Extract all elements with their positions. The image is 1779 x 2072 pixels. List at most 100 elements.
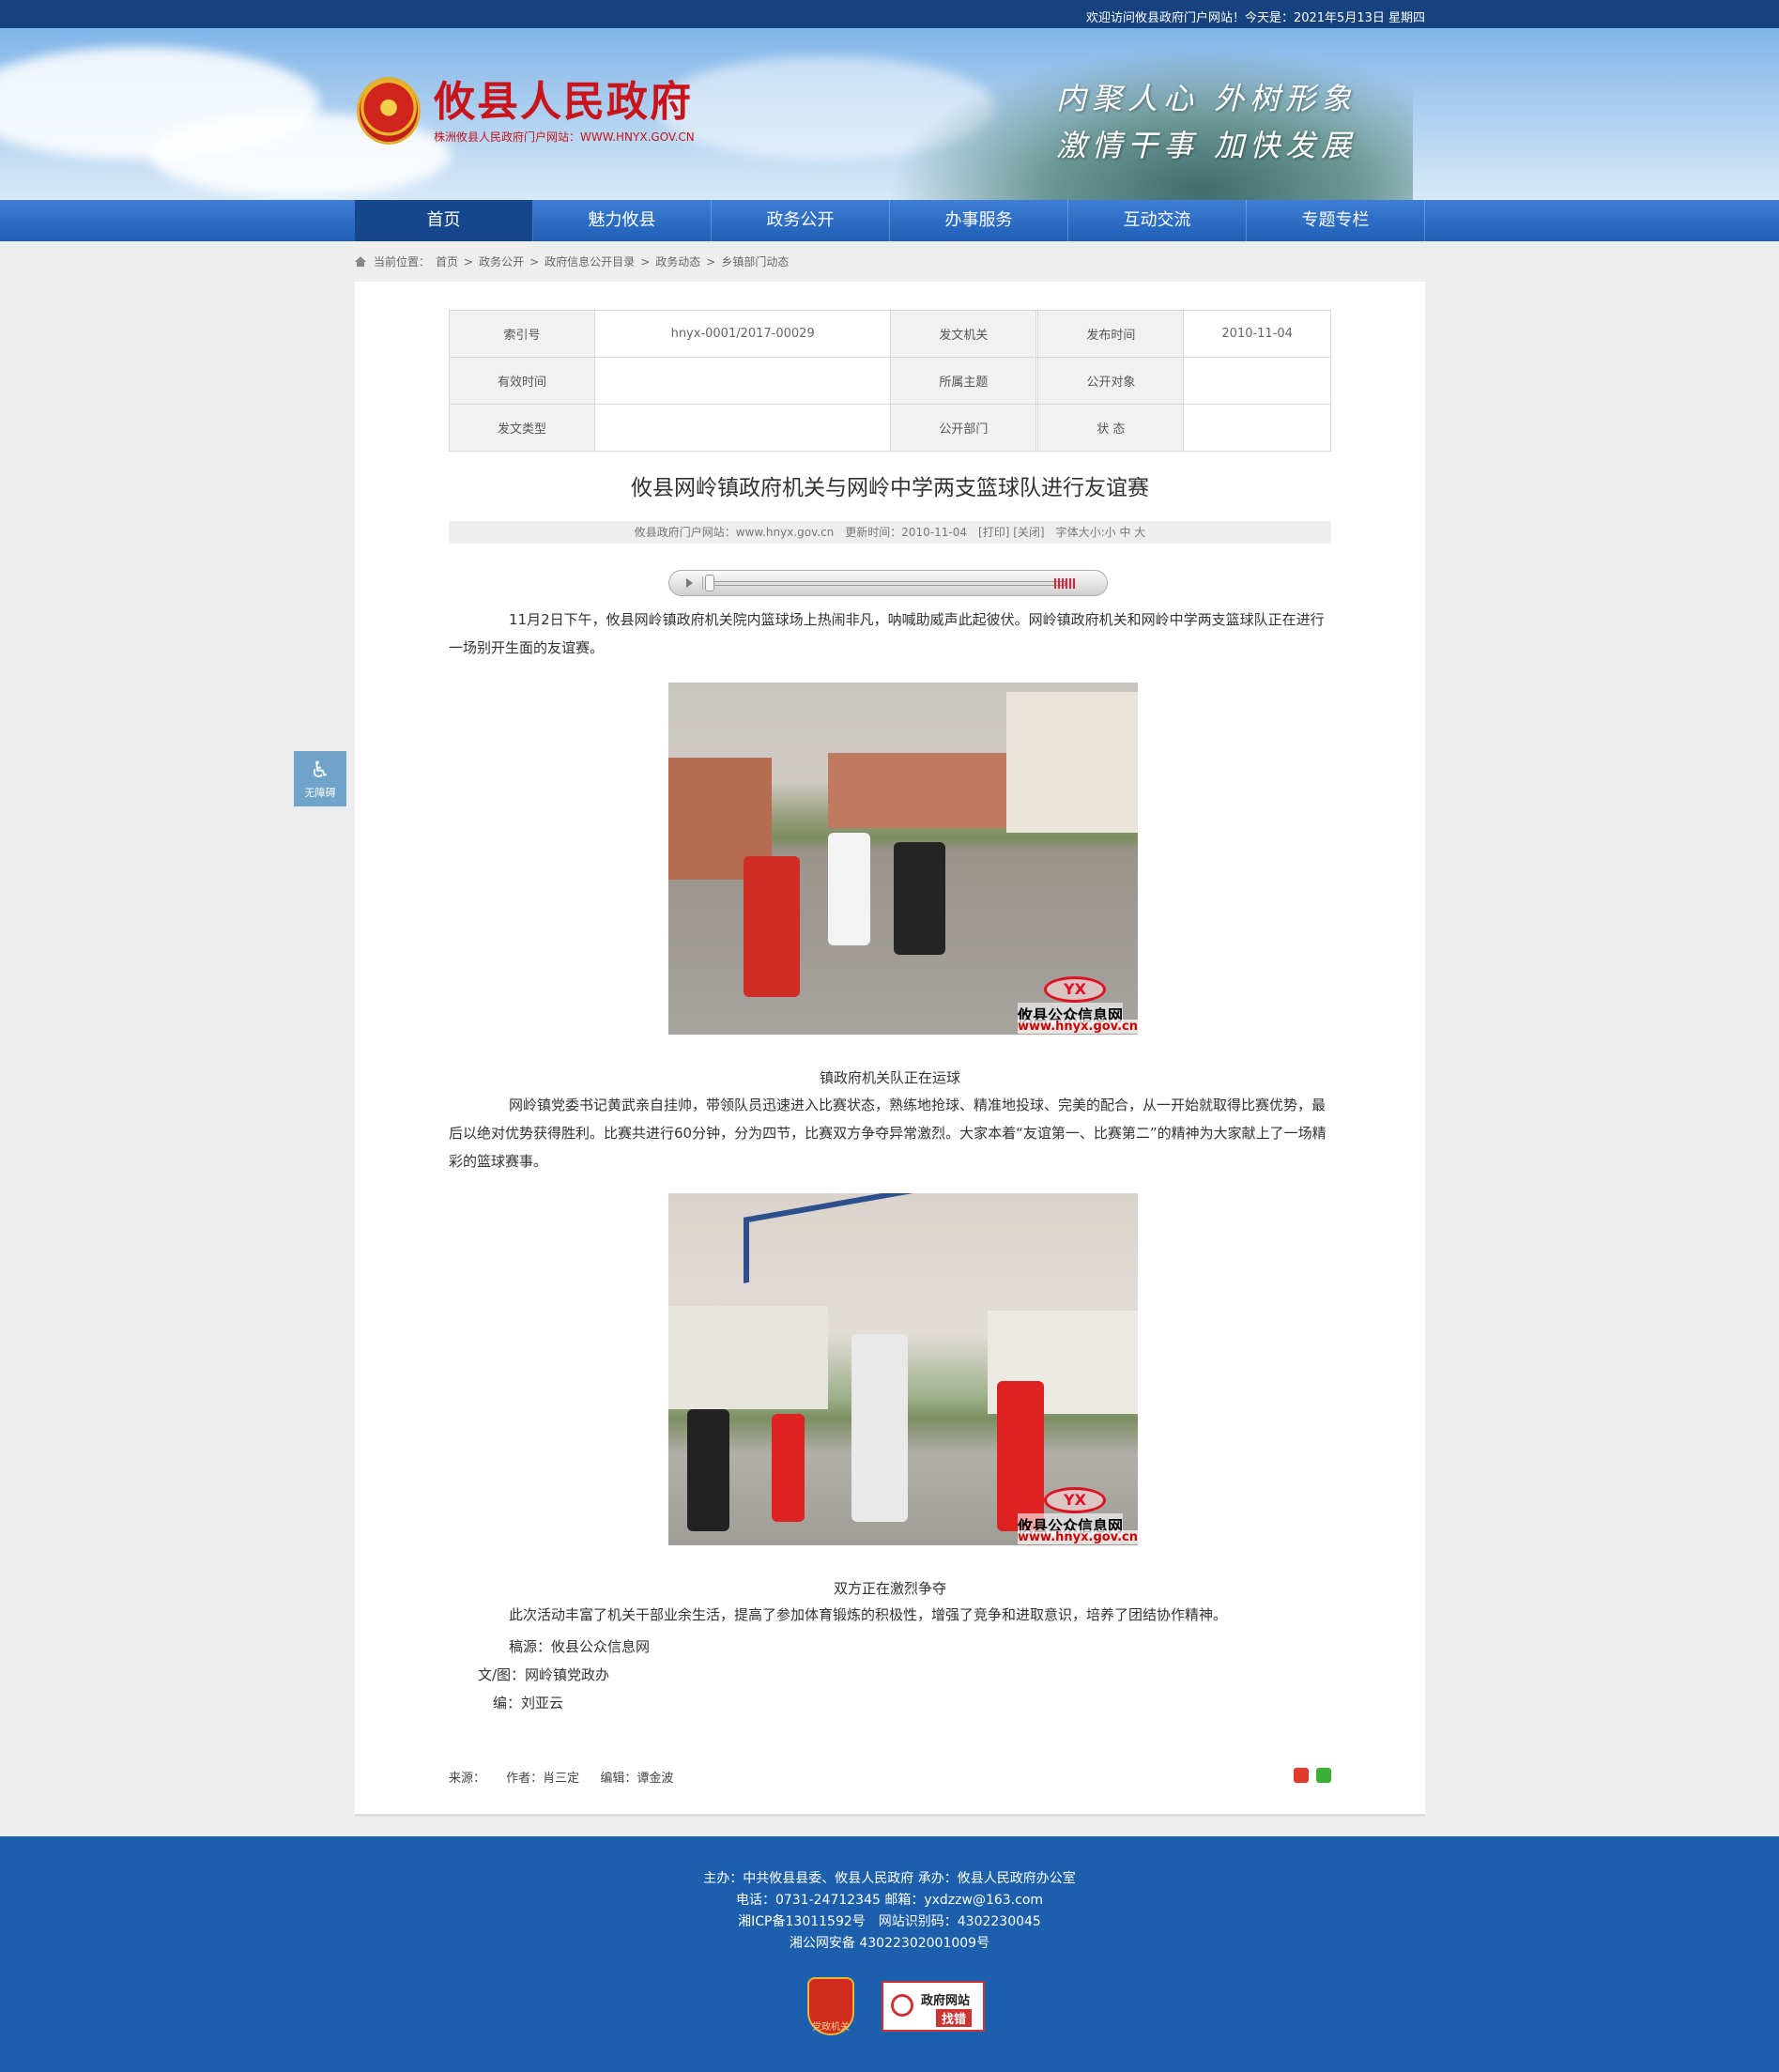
watermark-logo: YX (1044, 1487, 1106, 1513)
breadcrumb-label: 当前位置： (374, 255, 431, 269)
meta-key: 索引号 (449, 310, 595, 358)
meta-value (593, 404, 892, 452)
meta-value (1183, 357, 1331, 405)
photo-watermark: YX 攸县公众信息网 www.hnyx.gov.cn (1016, 1487, 1138, 1545)
meta-value (1183, 404, 1331, 452)
audio-progress-track[interactable] (709, 581, 1066, 586)
meta-key: 状 态 (1037, 404, 1185, 452)
article-photo-1: YX 攸县公众信息网 www.hnyx.gov.cn (668, 683, 1138, 1035)
breadcrumb-link-home[interactable]: 首页 (436, 253, 458, 269)
meta-key: 公开对象 (1037, 357, 1185, 405)
meta-key: 发文机关 (890, 310, 1037, 358)
photo-caption-2: 双方正在激烈争夺 (833, 1580, 946, 1597)
accessibility-button[interactable]: ♿ 无障碍 (294, 751, 346, 806)
accessibility-label: 无障碍 (304, 787, 336, 799)
table-row: 发文类型 公开部门 状 态 (449, 404, 1331, 452)
top-bar: 欢迎访问攸县政府门户网站！今天是：2021年5月13日 星期四 (0, 0, 1779, 28)
wechat-share-icon[interactable] (1316, 1768, 1331, 1783)
player-figure (772, 1414, 805, 1522)
play-icon[interactable] (677, 576, 703, 590)
footer-organizer: 主办：中共攸县县委、攸县人民政府 承办：攸县人民政府办公室 (703, 1871, 1076, 1886)
meta-key: 发布时间 (1037, 310, 1185, 358)
nav-item-topics[interactable]: 专题专栏 (1247, 200, 1425, 241)
article-photo-2: YX 攸县公众信息网 www.hnyx.gov.cn (668, 1193, 1138, 1545)
report-error-label: 找错 (936, 2009, 973, 2027)
breadcrumb-link-catalog[interactable]: 政府信息公开目录 (544, 253, 635, 269)
weibo-share-icon[interactable] (1294, 1768, 1309, 1783)
meta-value (593, 357, 892, 405)
player-figure (894, 842, 945, 955)
article-title: 攸县网岭镇政府机关与网岭中学两支篮球队进行友谊赛 (631, 476, 1149, 500)
footer-editor: 编辑：谭金波 (600, 1772, 674, 1786)
share-buttons (1294, 1768, 1331, 1783)
meta-key: 发文类型 (449, 404, 595, 452)
building-shape (668, 1306, 828, 1409)
party-gov-badge[interactable]: 党政机关 (807, 1977, 854, 2035)
article-editor: 编：刘亚云 (493, 1695, 564, 1711)
meta-key: 有效时间 (449, 357, 595, 405)
main-nav: 首页 魅力攸县 政务公开 办事服务 互动交流 专题专栏 (0, 200, 1779, 241)
photo-watermark: YX 攸县公众信息网 www.hnyx.gov.cn (1016, 976, 1138, 1035)
nav-item-charm[interactable]: 魅力攸县 (533, 200, 712, 241)
article-author: 文/图：网岭镇党政办 (478, 1666, 610, 1683)
watermark-logo: YX (1044, 976, 1106, 1003)
breadcrumb-separator: > (640, 254, 651, 269)
nav-item-interaction[interactable]: 互动交流 (1068, 200, 1247, 241)
breadcrumb-separator: > (464, 254, 474, 269)
footer-icp[interactable]: 湘ICP备13011592号 网站识别码：4302230045 (0, 1911, 1779, 1930)
article-footer: 来源： 作者：肖三定 编辑：谭金波 (449, 1768, 690, 1786)
player-figure (744, 856, 800, 997)
table-row: 有效时间 所属主题 公开对象 (449, 357, 1331, 405)
footer-contact: 电话：0731-24712345 邮箱：yxdzzw@163.com (735, 1893, 1044, 1908)
magnifier-icon (891, 1994, 913, 2017)
metadata-table: 索引号 hnyx-0001/2017-00029 发文机关 发布时间 2010-… (449, 310, 1331, 452)
welcome-text: 欢迎访问攸县政府门户网站！今天是：2021年5月13日 星期四 (1085, 11, 1425, 25)
article-paragraph-3: 此次活动丰富了机关干部业余生活，提高了参加体育锻炼的积极性，增强了竞争和进取意识… (509, 1606, 1228, 1623)
volume-icon[interactable] (1054, 578, 1077, 589)
home-icon (355, 256, 366, 267)
table-row: 索引号 hnyx-0001/2017-00029 发文机关 发布时间 2010-… (449, 310, 1331, 358)
meta-key: 所属主题 (890, 357, 1037, 405)
audio-progress-handle[interactable] (705, 575, 714, 591)
meta-value: 2010-11-04 (1183, 310, 1331, 358)
nav-item-services[interactable]: 办事服务 (890, 200, 1068, 241)
player-figure (851, 1334, 908, 1522)
meta-value: hnyx-0001/2017-00029 (593, 310, 892, 358)
meta-key: 公开部门 (890, 404, 1037, 452)
player-figure (828, 833, 870, 945)
photo-caption-1: 镇政府机关队正在运球 (819, 1069, 960, 1086)
player-figure (687, 1409, 729, 1531)
basketball-backboard (744, 1193, 913, 1283)
audio-player (668, 570, 1108, 596)
nav-item-gov-affairs[interactable]: 政务公开 (712, 200, 890, 241)
header-banner: 攸县人民政府 株洲攸县人民政府门户网站：WWW.HNYX.GOV.CN 内聚人心… (0, 28, 1779, 200)
building-shape (1006, 692, 1138, 833)
nav-item-home[interactable]: 首页 (355, 200, 533, 241)
breadcrumb-link-town-news[interactable]: 乡镇部门动态 (721, 253, 789, 269)
site-logo[interactable]: 攸县人民政府 株洲攸县人民政府门户网站：WWW.HNYX.GOV.CN (357, 77, 695, 145)
site-footer: 主办：中共攸县县委、攸县人民政府 承办：攸县人民政府办公室 电话：0731-24… (0, 1836, 1779, 2072)
slogan-line-1: 内聚人心 外树形象 (1056, 81, 1357, 116)
party-gov-badge-label: 党政机关 (812, 2022, 850, 2033)
building-shape (828, 753, 1006, 828)
footer-police-record[interactable]: 湘公网安备 43022302001009号 (0, 1933, 1779, 1952)
breadcrumb: 当前位置： 首页 > 政务公开 > 政府信息公开目录 > 政务动态 > 乡镇部门… (355, 253, 794, 269)
slogan-line-2: 激情干事 加快发展 (1056, 128, 1357, 163)
report-error-title: 政府网站 (921, 1994, 971, 2008)
article-container: 索引号 hnyx-0001/2017-00029 发文机关 发布时间 2010-… (355, 282, 1425, 1817)
site-subtitle: 株洲攸县人民政府门户网站：WWW.HNYX.GOV.CN (434, 130, 695, 144)
breadcrumb-link-gov-affairs[interactable]: 政务公开 (479, 253, 524, 269)
article-info-bar[interactable]: 攸县政府门户网站：www.hnyx.gov.cn 更新时间：2010-11-04… (449, 521, 1331, 544)
footer-source: 来源： (449, 1772, 486, 1786)
breadcrumb-link-news[interactable]: 政务动态 (655, 253, 700, 269)
breadcrumb-separator: > (529, 254, 540, 269)
article-source: 稿源：攸县公众信息网 (509, 1638, 651, 1655)
breadcrumb-separator: > (706, 254, 716, 269)
national-emblem-icon (357, 77, 421, 145)
watermark-url: www.hnyx.gov.cn (1018, 1530, 1138, 1544)
report-error-badge[interactable]: 政府网站 找错 (882, 1981, 985, 2032)
article-paragraph-1: 11月2日下午，攸县网岭镇政府机关院内篮球场上热闹非凡，呐喊助威声此起彼伏。网岭… (449, 611, 1325, 656)
watermark-url: www.hnyx.gov.cn (1018, 1020, 1138, 1034)
footer-author: 作者：肖三定 (506, 1772, 580, 1786)
article-paragraph-2: 网岭镇党委书记黄武亲自挂帅，带领队员迅速进入比赛状态，熟练地抢球、精准地投球、完… (449, 1097, 1327, 1170)
